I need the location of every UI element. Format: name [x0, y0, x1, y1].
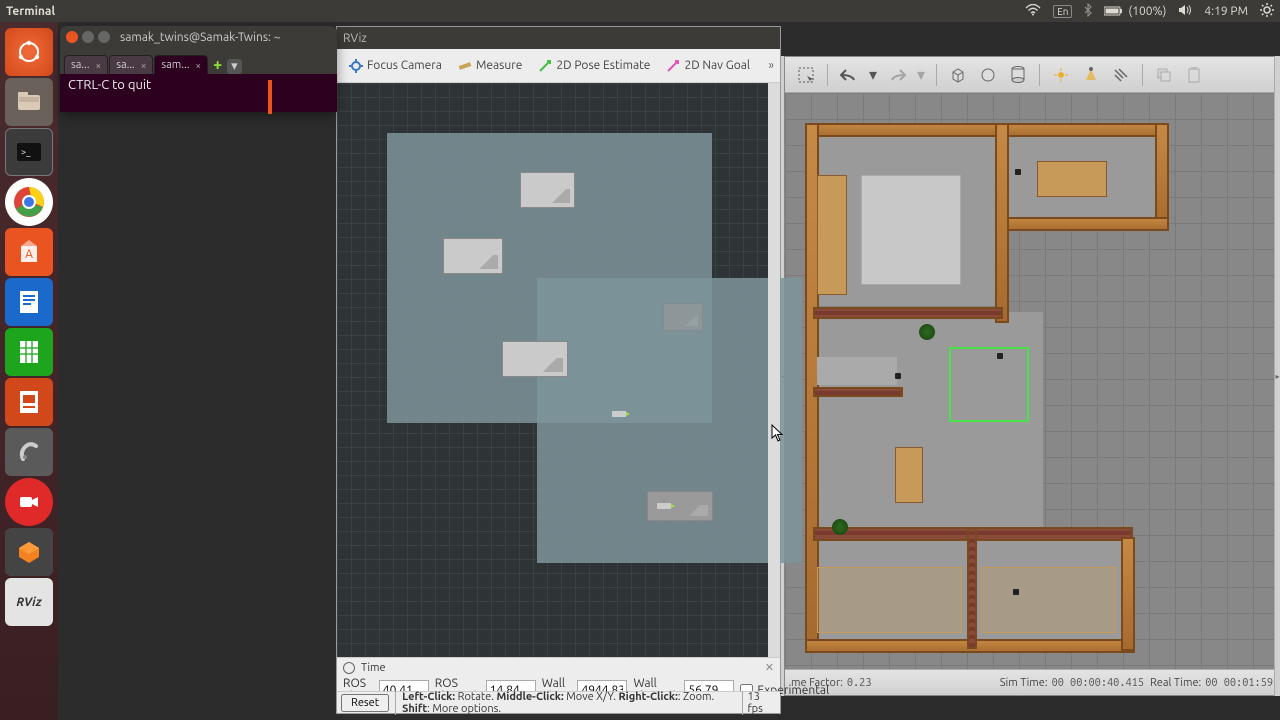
- rtf-value: 0.23: [847, 677, 872, 689]
- window-min-icon[interactable]: [82, 31, 94, 43]
- launcher-record-icon[interactable]: [5, 478, 53, 526]
- bluetooth-icon[interactable]: [1084, 3, 1092, 20]
- terminal-title: samak_twins@Samak-Twins: ~: [120, 31, 281, 44]
- gear-icon[interactable]: [1260, 3, 1274, 20]
- launcher-software-icon[interactable]: A: [5, 228, 53, 276]
- time-panel-header: Time ✕: [337, 657, 780, 677]
- terminal-tab-0[interactable]: sa...×: [64, 55, 108, 74]
- rviz-title: RViz: [337, 27, 780, 49]
- launcher-calc-icon[interactable]: [5, 328, 53, 376]
- lang-indicator[interactable]: En: [1053, 5, 1072, 18]
- measure-button[interactable]: Measure: [452, 56, 528, 76]
- launcher-terminal-icon[interactable]: >_: [5, 128, 53, 176]
- rviz-3d-view[interactable]: [337, 83, 768, 657]
- rviz-window: RViz Focus Camera Measure 2D Pose Estima…: [336, 26, 781, 714]
- point-light-icon[interactable]: [1050, 64, 1072, 86]
- terminal-tab-1[interactable]: sa...×: [109, 55, 153, 74]
- terminal-tabs: sa...× sa...× sam...× + ▾: [60, 48, 337, 74]
- window-close-icon[interactable]: [66, 31, 78, 43]
- launcher-files-icon[interactable]: [5, 78, 53, 126]
- clock-icon: [343, 662, 355, 674]
- sphere-primitive-icon[interactable]: [977, 64, 999, 86]
- focus-camera-button[interactable]: Focus Camera: [343, 56, 448, 76]
- sim-time-value: 00 00:00:40.415: [1052, 677, 1144, 689]
- tab-menu-button[interactable]: ▾: [227, 59, 242, 74]
- volume-icon[interactable]: [1178, 4, 1192, 19]
- terminal-window: samak_twins@Samak-Twins: ~ sa...× sa...×…: [60, 26, 337, 112]
- gazebo-window: ▾ ▾: [784, 56, 1280, 696]
- svg-text:A: A: [25, 248, 33, 261]
- gazebo-status-bar: me Factor: 0.23 Sim Time: 00 00:00:40.41…: [785, 669, 1279, 695]
- pose-estimate-button[interactable]: 2D Pose Estimate: [532, 56, 656, 76]
- launcher-gazebo-icon[interactable]: [5, 528, 53, 576]
- rviz-status-bar: Reset Left-Click: Rotate. Middle-Click: …: [337, 691, 780, 713]
- launcher-dash-icon[interactable]: [5, 28, 53, 76]
- mouse-cursor-icon: [771, 424, 785, 446]
- undo-drop-icon[interactable]: ▾: [868, 64, 878, 86]
- redo-icon[interactable]: [886, 64, 908, 86]
- active-app-title: Terminal: [6, 5, 55, 18]
- tab-close-icon[interactable]: ×: [96, 60, 102, 71]
- copy-icon[interactable]: [1153, 64, 1175, 86]
- terminal-titlebar[interactable]: samak_twins@Samak-Twins: ~: [60, 26, 337, 48]
- gazebo-toolbar: ▾ ▾: [785, 57, 1279, 93]
- launcher-writer-icon[interactable]: [5, 278, 53, 326]
- tab-close-icon[interactable]: ×: [141, 60, 147, 71]
- gazebo-3d-view[interactable]: [785, 93, 1279, 669]
- launcher-impress-icon[interactable]: [5, 378, 53, 426]
- house-model: [799, 117, 1169, 657]
- box-primitive-icon[interactable]: [947, 64, 969, 86]
- spot-light-icon[interactable]: [1080, 64, 1102, 86]
- paste-icon[interactable]: [1183, 64, 1205, 86]
- cylinder-primitive-icon[interactable]: [1007, 64, 1029, 86]
- terminal-tab-2[interactable]: sam...×: [154, 55, 208, 74]
- launcher-rviz-icon[interactable]: RViz: [5, 578, 53, 626]
- terminal-output[interactable]: CTRL-C to quit: [60, 74, 337, 96]
- gazebo-right-splitter[interactable]: [1274, 56, 1280, 696]
- launcher-chrome-icon[interactable]: [5, 178, 53, 226]
- rviz-vertical-scrollbar[interactable]: [768, 83, 780, 657]
- svg-text:>_: >_: [21, 147, 31, 157]
- clock[interactable]: 4:19 PM: [1204, 5, 1248, 18]
- terminal-active-strip: [268, 80, 272, 114]
- rviz-toolbar: Focus Camera Measure 2D Pose Estimate 2D…: [337, 49, 780, 83]
- real-time-label: Real Time:: [1150, 677, 1201, 689]
- wifi-icon[interactable]: [1025, 4, 1041, 19]
- undo-icon[interactable]: [838, 64, 860, 86]
- real-time-value: 00 00:01:59: [1205, 677, 1273, 689]
- dir-light-icon[interactable]: [1110, 64, 1132, 86]
- fps-label: 13 fps: [742, 691, 776, 715]
- time-panel-close-icon[interactable]: ✕: [765, 661, 774, 674]
- mouse-hint: Left-Click: Rotate. Middle-Click: Move X…: [395, 691, 736, 715]
- new-tab-button[interactable]: +: [209, 56, 226, 74]
- redo-drop-icon[interactable]: ▾: [916, 64, 926, 86]
- nav-goal-button[interactable]: 2D Nav Goal: [660, 56, 756, 76]
- window-max-icon[interactable]: [98, 31, 110, 43]
- unity-launcher: >_ A RViz: [0, 22, 58, 720]
- tab-close-icon[interactable]: ×: [195, 60, 201, 71]
- select-bbox-icon[interactable]: [795, 64, 817, 86]
- system-topbar: Terminal En (100%) 4:19 PM: [0, 0, 1280, 22]
- toolbar-overflow-icon[interactable]: »: [768, 59, 774, 72]
- launcher-settings-icon[interactable]: [5, 428, 53, 476]
- battery-indicator[interactable]: (100%): [1104, 5, 1166, 18]
- reset-button[interactable]: Reset: [341, 694, 389, 712]
- sim-time-label: Sim Time:: [1000, 677, 1048, 689]
